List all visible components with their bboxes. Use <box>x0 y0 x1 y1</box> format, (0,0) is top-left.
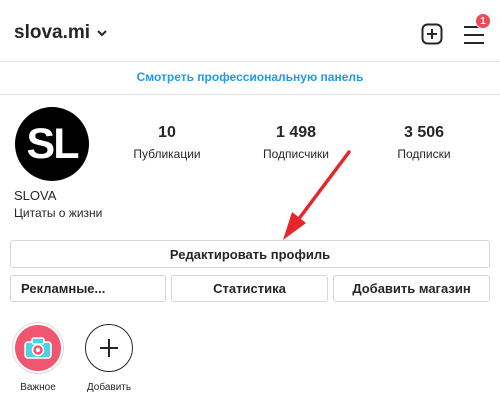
avatar[interactable]: SL <box>15 107 89 181</box>
highlight-ring <box>12 322 64 374</box>
ads-button[interactable]: Рекламные... <box>10 275 166 302</box>
top-bar: slova.mi 1 <box>0 0 500 62</box>
plus-icon <box>100 339 118 357</box>
posts-label: Публикации <box>133 147 201 161</box>
add-highlight[interactable]: Добавить <box>80 322 138 393</box>
highlight-cover <box>15 325 61 371</box>
highlight-caption: Важное <box>20 382 56 393</box>
following-count[interactable]: 3 506 Подписки <box>385 124 463 161</box>
following-label: Подписки <box>397 147 451 161</box>
bio: Цитаты о жизни <box>14 206 103 220</box>
highlight-important[interactable]: Важное <box>9 322 67 393</box>
posts-value: 10 <box>158 124 176 141</box>
edit-profile-button[interactable]: Редактировать профиль <box>10 240 490 268</box>
camera-icon <box>24 337 52 359</box>
username-label: slova.mi <box>14 22 91 43</box>
statistics-button[interactable]: Статистика <box>171 275 328 302</box>
followers-value: 1 498 <box>275 124 317 141</box>
posts-count[interactable]: 10 Публикации <box>128 124 206 161</box>
chevron-down-icon <box>97 30 107 37</box>
professional-dashboard-link[interactable]: Смотреть профессиональную панель <box>0 62 500 95</box>
add-highlight-caption: Добавить <box>86 382 132 393</box>
display-name: SLOVA <box>14 188 57 203</box>
notification-badge: 1 <box>475 13 491 29</box>
following-value: 3 506 <box>403 124 445 141</box>
account-switcher[interactable]: slova.mi <box>14 22 108 44</box>
add-shop-button[interactable]: Добавить магазин <box>333 275 490 302</box>
followers-label: Подписчики <box>262 147 329 161</box>
add-highlight-ring <box>85 324 133 372</box>
add-post-icon[interactable] <box>421 23 443 45</box>
followers-count[interactable]: 1 498 Подписчики <box>255 124 337 161</box>
